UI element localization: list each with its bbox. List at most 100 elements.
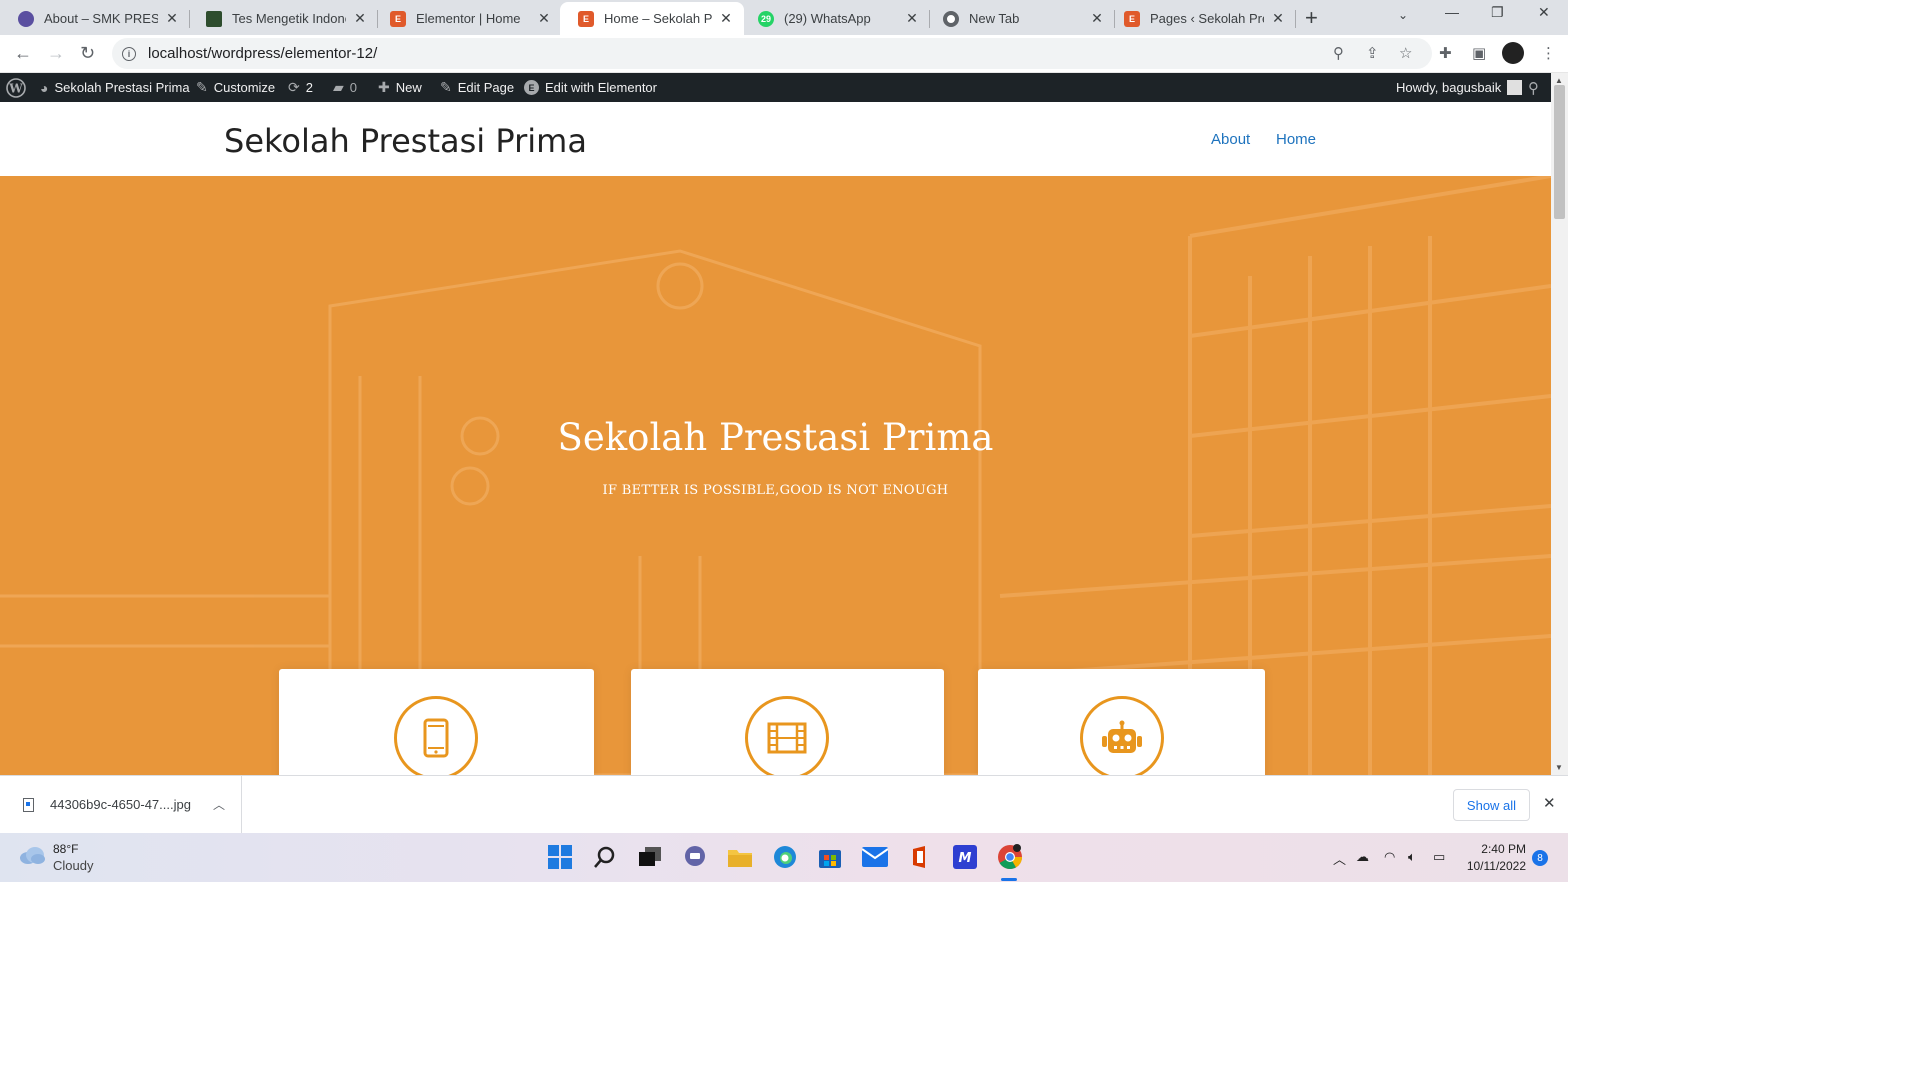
tab-elementor-home[interactable]: E Elementor | Home ✕ [372, 2, 562, 35]
windows-start-icon[interactable] [546, 843, 574, 871]
tab-tes-mengetik[interactable]: Tes Mengetik Indonesia ✕ [188, 2, 378, 35]
nav-link-about[interactable]: About [1211, 131, 1250, 148]
site-info-icon[interactable]: i [122, 46, 136, 61]
notification-badge[interactable]: 8 [1532, 850, 1548, 866]
scrollbar-thumb[interactable] [1554, 85, 1565, 219]
show-hidden-icons-chevron-icon[interactable]: ︿ [1333, 849, 1346, 868]
reload-icon[interactable]: ↻ [80, 43, 95, 64]
new-tab-plus-icon[interactable]: + [1305, 5, 1318, 31]
ab-search-icon[interactable]: ⚲ [1528, 73, 1539, 102]
mail-icon[interactable] [861, 843, 889, 871]
minimize-icon[interactable]: — [1445, 4, 1459, 20]
download-item[interactable]: 44306b9c-4650-47....jpg ︿ [0, 776, 242, 833]
download-shelf: 44306b9c-4650-47....jpg ︿ Show all ✕ [0, 775, 1568, 833]
site-header: Sekolah Prestasi Prima About Home [0, 102, 1551, 176]
browser-toolbar: ← → ↻ i localhost/wordpress/elementor-12… [0, 35, 1568, 73]
dashboard-icon: ◕ [40, 79, 49, 96]
microsoft-store-icon[interactable] [816, 843, 844, 871]
bookmark-star-icon[interactable]: ☆ [1399, 44, 1412, 62]
close-icon[interactable]: ✕ [904, 10, 920, 27]
tab-title: New Tab [969, 11, 1020, 26]
ab-new[interactable]: ✚ New [378, 73, 422, 102]
ab-edit-elementor[interactable]: E Edit with Elementor [524, 73, 657, 102]
share-icon[interactable]: ⇪ [1366, 44, 1379, 62]
ab-customize[interactable]: ✎ Customize [196, 73, 275, 102]
task-view-icon[interactable] [636, 843, 664, 871]
plus-icon: ✚ [378, 79, 390, 95]
wifi-icon[interactable]: ◠ [1384, 849, 1395, 865]
page-scrollbar[interactable]: ▲ ▼ [1551, 73, 1568, 775]
battery-icon[interactable]: ▭ [1433, 849, 1445, 865]
tab-pages-sekolah[interactable]: E Pages ‹ Sekolah Prestasi Prima ✕ [1106, 2, 1296, 35]
whatsapp-icon: 29 [758, 10, 774, 27]
forward-arrow-icon[interactable]: → [47, 43, 65, 64]
ab-comments[interactable]: ▰ 0 [333, 73, 357, 102]
zoom-icon[interactable]: ⚲ [1333, 44, 1344, 62]
chrome-icon [943, 10, 959, 27]
close-icon[interactable]: ✕ [1089, 10, 1105, 27]
app-m-icon[interactable]: M [951, 843, 979, 871]
updates-icon: ⟳ [288, 79, 300, 95]
tab-title: Pages ‹ Sekolah Prestasi Prima [1150, 11, 1264, 26]
wordpress-logo-icon[interactable]: W [6, 73, 26, 102]
active-app-indicator [1001, 878, 1017, 881]
mobile-phone-icon [394, 696, 478, 775]
side-panel-icon[interactable]: ▣ [1472, 44, 1486, 62]
hero-title: Sekolah Prestasi Prima [557, 416, 994, 459]
url-text[interactable]: localhost/wordpress/elementor-12/ [148, 45, 377, 62]
svg-text:W: W [8, 81, 23, 95]
office-icon[interactable] [906, 843, 934, 871]
window-close-icon[interactable]: ✕ [1538, 4, 1550, 21]
clock-date[interactable]: 10/11/2022 [1462, 859, 1526, 873]
ab-updates[interactable]: ⟳ 2 [288, 73, 313, 102]
close-icon[interactable]: ✕ [536, 10, 552, 27]
teams-chat-icon[interactable] [681, 843, 709, 871]
chevron-up-icon[interactable]: ︿ [213, 796, 225, 813]
close-icon[interactable]: ✕ [164, 10, 180, 27]
weather-cloud-icon[interactable] [18, 845, 46, 870]
nav-link-home[interactable]: Home [1276, 131, 1316, 148]
extensions-puzzle-icon[interactable]: ✚ [1439, 44, 1452, 62]
ab-site-name[interactable]: ◕ Sekolah Prestasi Prima [40, 73, 190, 102]
ab-my-account[interactable]: Howdy, bagusbaik [1396, 73, 1523, 102]
weather-temp[interactable]: 88°F [53, 842, 78, 856]
edge-browser-icon[interactable] [771, 843, 799, 871]
ab-edit-page[interactable]: ✎ Edit Page [440, 73, 514, 102]
close-icon[interactable]: ✕ [352, 10, 368, 27]
close-shelf-icon[interactable]: ✕ [1543, 794, 1556, 812]
tab-whatsapp[interactable]: 29 (29) WhatsApp ✕ [740, 2, 930, 35]
scroll-down-icon[interactable]: ▼ [1555, 763, 1563, 772]
weather-condition[interactable]: Cloudy [53, 858, 93, 873]
address-bar[interactable]: i localhost/wordpress/elementor-12/ [112, 38, 1432, 69]
back-arrow-icon[interactable]: ← [14, 43, 32, 64]
restore-icon[interactable]: ❐ [1491, 4, 1504, 21]
profile-avatar[interactable] [1502, 42, 1524, 64]
tab-about-smk[interactable]: About – SMK PRESTASI PRIMA ✕ [0, 2, 190, 35]
volume-icon[interactable]: 🔈︎ [1408, 849, 1416, 865]
tab-search-chevron-icon[interactable]: ⌄ [1398, 8, 1408, 22]
ab-updates-count: 2 [305, 80, 313, 95]
browser-tab-strip: About – SMK PRESTASI PRIMA ✕ Tes Mengeti… [0, 0, 1568, 35]
tab-home-sekolah[interactable]: E Home – Sekolah Prestasi Prima ✕ [560, 2, 744, 35]
close-icon[interactable]: ✕ [1270, 10, 1286, 27]
windows-taskbar: 88°F Cloudy M ︿ ☁ ◠ 🔈︎ ▭ 2:40 PM 10/11/2… [0, 833, 1568, 882]
menu-kebab-icon[interactable]: ⋮ [1541, 44, 1556, 62]
feature-card-film [631, 669, 944, 775]
file-explorer-icon[interactable] [726, 843, 754, 871]
download-file-name: 44306b9c-4650-47....jpg [50, 797, 191, 812]
onedrive-cloud-icon[interactable]: ☁ [1356, 849, 1369, 865]
tab-title: About – SMK PRESTASI PRIMA [44, 11, 158, 26]
hero-subtitle: IF BETTER IS POSSIBLE,GOOD IS NOT ENOUGH [602, 483, 949, 498]
ab-howdy-label: Howdy, bagusbaik [1396, 80, 1502, 95]
chrome-icon[interactable] [996, 843, 1024, 871]
search-icon[interactable] [591, 843, 619, 871]
feature-card-robot [978, 669, 1265, 775]
show-all-button[interactable]: Show all [1453, 789, 1530, 821]
film-icon [745, 696, 829, 775]
site-title[interactable]: Sekolah Prestasi Prima [224, 122, 587, 160]
clock-time[interactable]: 2:40 PM [1462, 842, 1526, 856]
tab-title: Elementor | Home [416, 11, 521, 26]
close-icon[interactable]: ✕ [718, 10, 734, 27]
scroll-up-icon[interactable]: ▲ [1555, 76, 1563, 85]
tab-new-tab[interactable]: New Tab ✕ [925, 2, 1115, 35]
